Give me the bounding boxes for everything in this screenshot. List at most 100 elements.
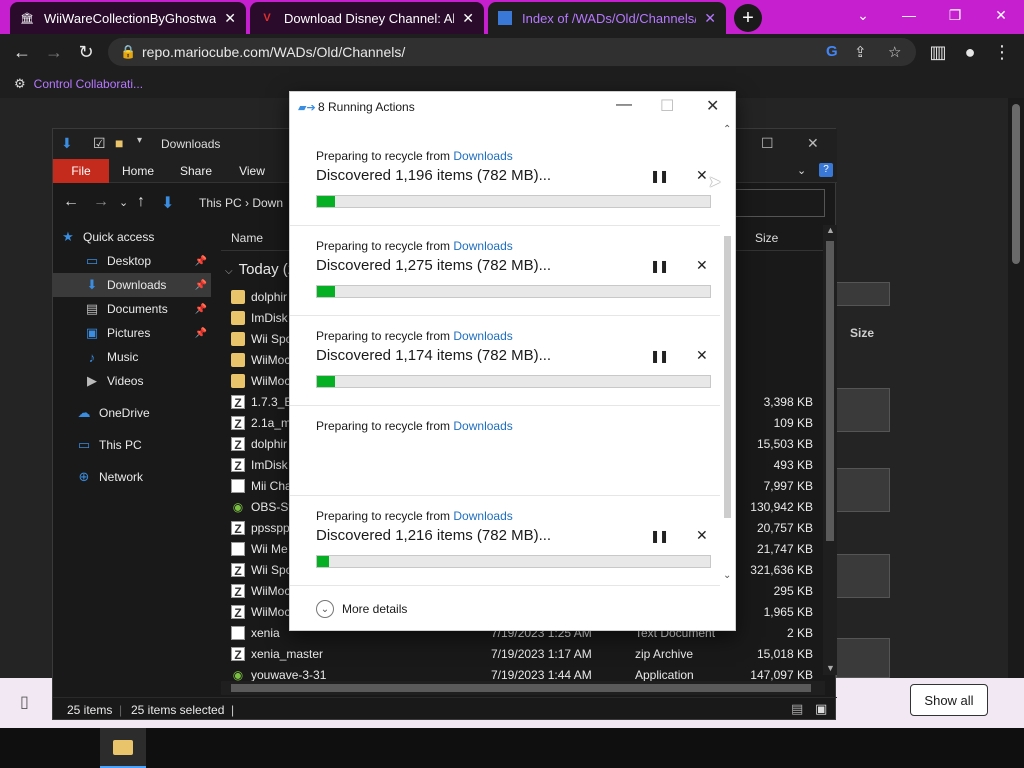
cancel-icon[interactable]: ✕: [696, 527, 708, 544]
more-details-button[interactable]: ⌄ More details: [316, 600, 407, 618]
file-size: 2 KB: [786, 626, 813, 640]
tab-search-icon[interactable]: ⌄: [840, 0, 886, 30]
close-icon[interactable]: ✕: [807, 135, 819, 152]
back-icon[interactable]: ←: [63, 193, 79, 211]
scroll-down-icon[interactable]: ⌄: [723, 570, 731, 581]
nav-item-quick-access[interactable]: ★ Quick access: [53, 225, 211, 249]
downloads-link[interactable]: Downloads: [453, 509, 512, 523]
tab-close-icon[interactable]: ✕: [704, 10, 716, 27]
nav-item-onedrive[interactable]: ☁ OneDrive: [53, 401, 211, 425]
explorer-vertical-scrollbar[interactable]: ▲ ▼: [823, 225, 837, 675]
scroll-thumb[interactable]: [724, 236, 731, 518]
page-input[interactable]: [836, 282, 890, 306]
address-bar[interactable]: 🔒 repo.mariocube.com/WADs/Old/Channels/ …: [108, 38, 916, 66]
maximize-icon: ☐: [660, 98, 675, 115]
cancel-icon[interactable]: ✕: [696, 347, 708, 364]
explorer-horizontal-scrollbar[interactable]: [221, 681, 825, 695]
pin-icon[interactable]: 📌: [195, 280, 207, 291]
show-all-button[interactable]: Show all: [910, 684, 988, 716]
new-tab-button[interactable]: +: [734, 4, 762, 32]
column-size[interactable]: Size: [755, 231, 778, 245]
nav-item-documents[interactable]: ▤ Documents 📌: [53, 297, 211, 321]
file-row[interactable]: Zxenia_master 7/19/2023 1:17 AM zip Archiv…: [221, 644, 825, 665]
bookmark-star-icon[interactable]: ☆: [888, 43, 901, 61]
pin-icon[interactable]: 📌: [195, 256, 207, 267]
scroll-thumb[interactable]: [826, 241, 834, 541]
tab-home[interactable]: Home: [113, 159, 163, 183]
bookmark-control-collaboration[interactable]: ⚙ Control Collaborati...: [14, 76, 143, 92]
nav-item-desktop[interactable]: ▭ Desktop 📌: [53, 249, 211, 273]
nav-item-network[interactable]: ⊕ Network: [53, 465, 211, 489]
group-header-today[interactable]: ⌵ Today (2: [225, 261, 296, 278]
tab-disney[interactable]: V Download Disney Channel: All St ✕: [250, 2, 484, 34]
forward-icon[interactable]: →: [42, 40, 66, 64]
breadcrumb[interactable]: This PC › Down: [199, 196, 283, 210]
close-window-icon[interactable]: ✕: [978, 0, 1024, 30]
discovered-status: Discovered 1,174 items (782 MB)...: [316, 347, 552, 364]
cancel-icon[interactable]: ✕: [696, 167, 708, 184]
pause-icon[interactable]: ❚❚: [650, 529, 669, 543]
navigation-pane: ★ Quick access ▭ Desktop 📌 ⬇ Downloads 📌 ▤ Docume…: [53, 225, 211, 675]
share-icon[interactable]: ⇪: [854, 43, 867, 61]
nav-item-pictures[interactable]: ▣ Pictures 📌: [53, 321, 211, 345]
recent-locations-icon[interactable]: ⌄: [119, 196, 128, 209]
nav-item-videos[interactable]: ▶ Videos: [53, 369, 211, 393]
pin-icon[interactable]: 📌: [195, 304, 207, 315]
forward-icon[interactable]: →: [93, 193, 109, 211]
folder-icon[interactable]: ■: [115, 135, 123, 151]
zip-archive-icon: Z: [231, 458, 245, 473]
file-explorer-taskbar-icon[interactable]: [100, 728, 146, 768]
scroll-up-icon[interactable]: ▲: [826, 225, 835, 235]
dialog-scrollbar[interactable]: ⌃ ⌄: [720, 124, 735, 588]
nav-item-label: Music: [107, 350, 139, 364]
nav-item-label: Network: [99, 470, 144, 484]
expand-ribbon-icon[interactable]: ⌄: [797, 164, 806, 177]
downloads-link[interactable]: Downloads: [453, 239, 512, 253]
details-view-icon[interactable]: ▤: [791, 701, 803, 717]
tab-index-of[interactable]: Index of /WADs/Old/Channels/ ✕: [488, 2, 726, 34]
close-icon[interactable]: ✕: [706, 96, 719, 116]
tab-close-icon[interactable]: ✕: [462, 10, 474, 27]
column-name[interactable]: Name: [231, 231, 263, 245]
minimize-icon[interactable]: —: [886, 0, 932, 30]
minimize-icon[interactable]: —: [616, 96, 632, 114]
nav-item-this-pc[interactable]: ▭ This PC: [53, 433, 211, 457]
restore-icon[interactable]: ❐: [932, 0, 978, 30]
pause-icon[interactable]: ❚❚: [650, 259, 669, 273]
tab-close-icon[interactable]: ✕: [224, 10, 236, 27]
scroll-thumb[interactable]: [1012, 104, 1020, 264]
scroll-thumb[interactable]: [231, 684, 811, 692]
action-prefix: Preparing to recycle from: [316, 239, 454, 253]
profile-icon[interactable]: ●: [958, 40, 982, 64]
nav-item-downloads[interactable]: ⬇ Downloads 📌: [53, 273, 211, 297]
google-translate-icon[interactable]: G: [826, 43, 838, 60]
tab-view[interactable]: View: [227, 159, 277, 183]
reload-icon[interactable]: ↻: [74, 40, 98, 64]
downloads-link[interactable]: Downloads: [453, 149, 512, 163]
nav-item-music[interactable]: ♪ Music: [53, 345, 211, 369]
scroll-down-icon[interactable]: ▼: [826, 663, 835, 673]
downloads-link[interactable]: Downloads: [453, 419, 512, 433]
help-icon[interactable]: ?: [819, 163, 833, 177]
cancel-icon[interactable]: ✕: [696, 257, 708, 274]
large-icons-view-icon[interactable]: ▣: [815, 701, 827, 717]
menu-icon[interactable]: ⋮: [990, 40, 1014, 64]
downloads-link[interactable]: Downloads: [453, 329, 512, 343]
action-prefix: Preparing to recycle from: [316, 509, 454, 523]
maximize-icon[interactable]: ☐: [761, 135, 774, 152]
page-scrollbar[interactable]: [1008, 98, 1024, 678]
pin-icon[interactable]: 📌: [195, 328, 207, 339]
progress-fill: [317, 376, 335, 387]
quick-access-dropdown-icon[interactable]: ▾: [137, 135, 142, 146]
back-icon[interactable]: ←: [10, 40, 34, 64]
side-panel-icon[interactable]: ▥: [926, 40, 950, 64]
pause-icon[interactable]: ❚❚: [650, 349, 669, 363]
tab-wiiware[interactable]: 🏛 WiiWareCollectionByGhostware ✕: [10, 2, 246, 34]
scroll-up-icon[interactable]: ⌃: [723, 124, 731, 135]
search-input[interactable]: [735, 189, 825, 217]
tab-share[interactable]: Share: [171, 159, 221, 183]
up-icon[interactable]: ↑: [137, 193, 145, 211]
tab-file[interactable]: File: [53, 159, 109, 183]
properties-icon[interactable]: ☑: [93, 135, 106, 152]
pause-icon[interactable]: ❚❚: [650, 169, 669, 183]
